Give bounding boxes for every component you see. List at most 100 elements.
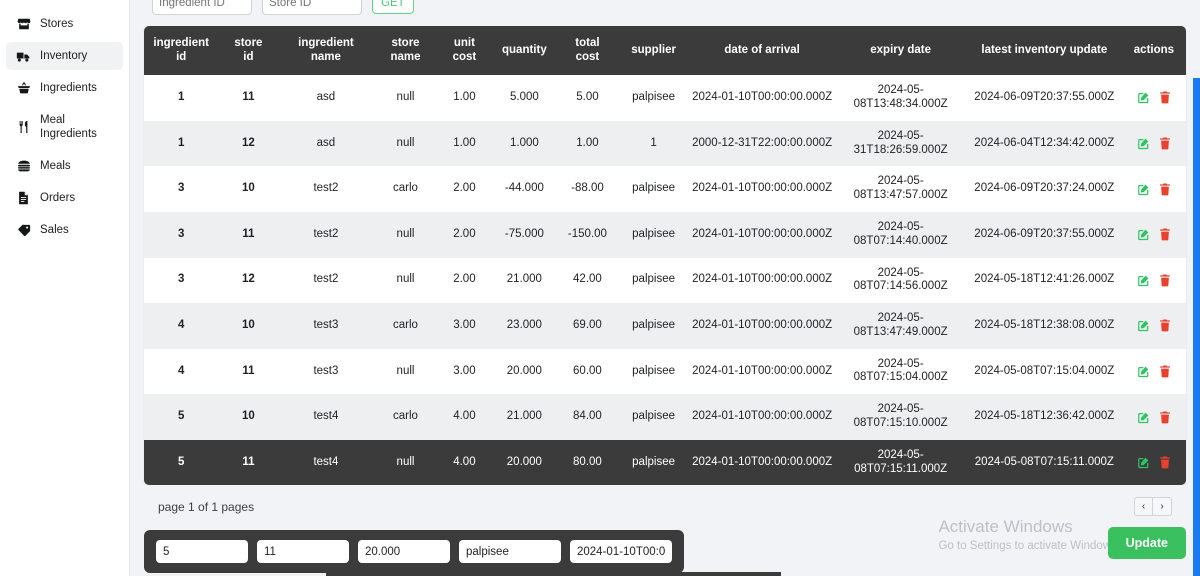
- cell-ingredient-id: 1: [178, 136, 185, 149]
- cell-ingredient-id: 3: [178, 227, 185, 240]
- cell-store-id: 11: [242, 227, 255, 240]
- sidebar-item-meals[interactable]: Meals: [6, 152, 123, 180]
- cell-store-id: 11: [242, 364, 255, 377]
- cell-actions: [1122, 212, 1186, 258]
- prev-page-button[interactable]: ‹: [1134, 497, 1153, 517]
- cell-store-name: null: [396, 364, 415, 377]
- trash-icon[interactable]: [1159, 274, 1171, 287]
- cell-store-name: null: [396, 227, 415, 240]
- cell-ingredient-name: test2: [313, 227, 339, 240]
- cell-store-id: 12: [242, 136, 255, 149]
- sidebar: Stores Inventory Ingredients Meal Ingredien…: [0, 0, 130, 576]
- table-row[interactable]: 1 12 asd null 1.00 1.000 1.00 1 2000-12-31T22:00…: [144, 120, 1186, 167]
- column-header-unit-cost: unit cost: [437, 26, 492, 76]
- cell-expiry-date: 2024-05-08T13:47:57.000Z: [853, 175, 948, 202]
- trash-icon[interactable]: [1159, 137, 1171, 150]
- trash-icon[interactable]: [1159, 365, 1171, 378]
- edit-pencil-icon[interactable]: [1137, 456, 1150, 469]
- table-row[interactable]: 3 10 test2 carlo 2.00 -44.000 -88.00 palpisee 20…: [144, 166, 1186, 212]
- app-root: Stores Inventory Ingredients Meal Ingredien…: [0, 0, 1200, 576]
- table-row[interactable]: 1 11 asd null 1.00 5.000 5.00 palpisee 2024-01-1…: [144, 75, 1186, 121]
- table-header: ingredient id store id ingredient name stor…: [144, 26, 1186, 76]
- column-header-ingredient-name: ingredient name: [278, 26, 374, 76]
- document-icon: [16, 191, 31, 205]
- edit-pencil-icon[interactable]: [1137, 137, 1150, 150]
- edit-supplier-input[interactable]: [459, 540, 561, 564]
- cell-store-name: null: [396, 455, 415, 468]
- cell-ingredient-id: 5: [178, 455, 185, 468]
- table-row[interactable]: 5 10 test4 carlo 4.00 21.000 84.00 palpisee 2024…: [144, 394, 1186, 440]
- edit-pencil-icon[interactable]: [1137, 319, 1150, 332]
- table-row[interactable]: 5 11 test4 null 4.00 20.000 80.00 palpisee 2024-…: [144, 439, 1186, 486]
- cell-supplier: palpisee: [632, 410, 675, 423]
- cell-actions: [1122, 121, 1186, 167]
- next-page-button[interactable]: ›: [1153, 497, 1172, 517]
- column-header-expiry-date: expiry date: [834, 26, 967, 76]
- trash-icon[interactable]: [1159, 91, 1171, 104]
- sidebar-item-orders[interactable]: Orders: [6, 184, 123, 212]
- cell-unit-cost: 4.00: [453, 410, 476, 423]
- cutlery-icon: [16, 120, 31, 134]
- edit-store-id-input[interactable]: [257, 540, 349, 564]
- sidebar-item-sales[interactable]: Sales: [6, 216, 123, 244]
- edit-pencil-icon[interactable]: [1137, 365, 1150, 378]
- cell-total-cost: 5.00: [576, 91, 599, 104]
- cell-actions: [1122, 166, 1186, 212]
- edit-quantity-input[interactable]: [358, 540, 450, 564]
- table-row[interactable]: 4 10 test3 carlo 3.00 23.000 69.00 palpisee 2024…: [144, 303, 1186, 349]
- focus-outline-bar: [1193, 78, 1200, 576]
- cell-ingredient-id: 5: [178, 410, 185, 423]
- cell-total-cost: -150.00: [567, 227, 607, 240]
- sidebar-item-stores[interactable]: Stores: [6, 10, 123, 38]
- edit-pencil-icon[interactable]: [1137, 183, 1150, 196]
- cell-ingredient-name: test4: [313, 455, 339, 468]
- cell-supplier: 1: [650, 136, 657, 149]
- table-row[interactable]: 3 12 test2 null 2.00 21.000 42.00 palpisee 2024-…: [144, 257, 1186, 304]
- sidebar-item-meal-ingredients[interactable]: Meal Ingredients: [6, 106, 123, 148]
- edit-pencil-icon[interactable]: [1137, 228, 1150, 241]
- cell-latest-inventory-update: 2024-05-08T07:15:11.000Z: [974, 455, 1114, 468]
- cell-date-of-arrival: 2024-01-10T00:00:00.000Z: [692, 364, 833, 377]
- ingredient-id-input[interactable]: [152, 0, 252, 15]
- trash-icon[interactable]: [1159, 228, 1171, 241]
- cell-unit-cost: 1.00: [453, 91, 476, 104]
- cell-unit-cost: 2.00: [453, 227, 476, 240]
- edit-date-of-arrival-input[interactable]: [570, 540, 672, 564]
- cell-quantity: 5.000: [509, 91, 539, 104]
- pagination-status: page 1 of 1 pages: [158, 499, 255, 514]
- cell-actions: [1122, 303, 1186, 349]
- inventory-table: ingredient id store id ingredient name stor…: [144, 26, 1186, 486]
- edit-pencil-icon[interactable]: [1137, 411, 1150, 424]
- trash-icon[interactable]: [1159, 456, 1171, 469]
- table-row[interactable]: 4 11 test3 null 3.00 20.000 60.00 palpisee 2024-…: [144, 348, 1186, 395]
- cell-unit-cost: 1.00: [453, 136, 476, 149]
- trash-icon[interactable]: [1159, 411, 1171, 424]
- cell-ingredient-id: 4: [178, 364, 185, 377]
- edit-form: [144, 530, 684, 574]
- cell-latest-inventory-update: 2024-05-18T12:41:26.000Z: [974, 273, 1115, 286]
- cell-supplier: palpisee: [632, 455, 675, 468]
- column-header-store-id: store id: [218, 26, 279, 76]
- truck-icon: [16, 49, 31, 63]
- cell-quantity: 20.000: [506, 364, 542, 377]
- trash-icon[interactable]: [1159, 319, 1171, 332]
- cell-latest-inventory-update: 2024-06-09T20:37:55.000Z: [974, 91, 1115, 104]
- column-header-quantity: quantity: [491, 26, 558, 76]
- store-id-input[interactable]: [262, 0, 362, 15]
- column-header-ingredient-id: ingredient id: [144, 26, 219, 76]
- edit-pencil-icon[interactable]: [1137, 274, 1150, 287]
- sidebar-item-ingredients[interactable]: Ingredients: [6, 74, 123, 102]
- update-button[interactable]: Update: [1107, 527, 1186, 559]
- cell-ingredient-id: 1: [178, 91, 185, 104]
- cell-ingredient-name: test3: [313, 318, 339, 331]
- cell-quantity: 1.000: [509, 136, 539, 149]
- cell-store-id: 11: [242, 455, 255, 468]
- edit-pencil-icon[interactable]: [1137, 91, 1150, 104]
- get-button[interactable]: GET: [372, 0, 414, 14]
- trash-icon[interactable]: [1159, 183, 1171, 196]
- sidebar-item-inventory[interactable]: Inventory: [6, 42, 123, 71]
- cell-expiry-date: 2024-05-08T07:15:10.000Z: [853, 403, 948, 430]
- cell-quantity: 23.000: [506, 318, 542, 331]
- edit-ingredient-id-input[interactable]: [156, 540, 248, 564]
- table-row[interactable]: 3 11 test2 null 2.00 -75.000 -150.00 palpisee 20…: [144, 211, 1186, 258]
